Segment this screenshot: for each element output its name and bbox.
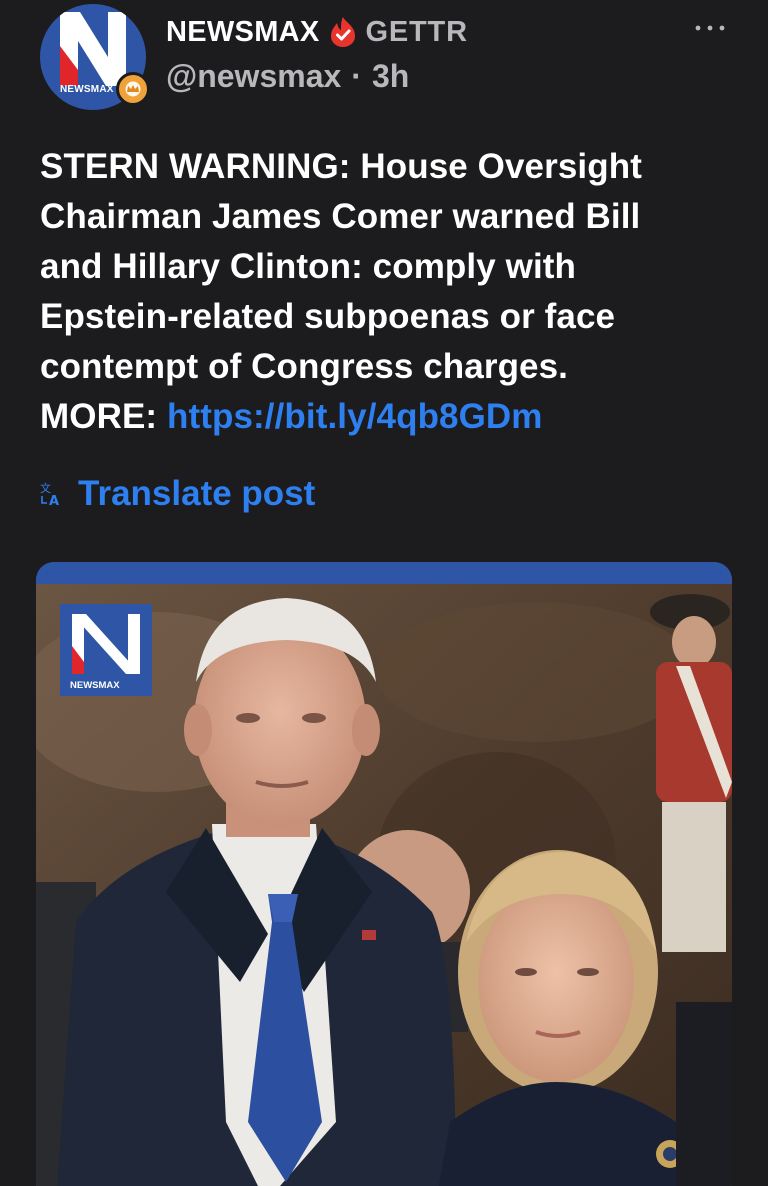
svg-text:A: A (49, 494, 59, 507)
author-name-row: NEWSMAX GETTR (166, 14, 468, 50)
platform-brand: GETTR (365, 15, 468, 48)
newsmax-logo-icon (60, 12, 126, 86)
more-label: MORE: (40, 397, 167, 436)
author-display-name[interactable]: NEWSMAX (166, 16, 320, 49)
more-dots-icon[interactable] (692, 18, 728, 38)
post-text-line: and Hillary Clinton: comply with (40, 247, 577, 286)
post-photo: NEWSMAX (36, 562, 732, 1186)
gettr-flame-icon (330, 17, 355, 47)
translate-post-button[interactable]: 文 A Translate post (40, 472, 315, 516)
post-text: STERN WARNING: House Oversight Chairman … (40, 142, 740, 442)
translate-label: Translate post (78, 474, 316, 513)
post-link[interactable]: https://bit.ly/4qb8GDm (167, 397, 543, 436)
post-text-line: contempt of Congress charges. (40, 347, 569, 386)
post-text-more-line: MORE: https://bit.ly/4qb8GDm (40, 392, 740, 442)
translate-icon: 文 A (40, 481, 59, 507)
svg-text:文: 文 (40, 481, 51, 495)
meta-separator: · (351, 58, 362, 94)
watermark-text: NEWSMAX (70, 680, 120, 691)
post-text-line: STERN WARNING: House Oversight (40, 147, 642, 186)
post-card: NEWSMAX NEWSMAX GETTR @newsmax · 3h STER… (0, 0, 768, 1186)
post-text-line: Chairman James Comer warned Bill (40, 197, 641, 236)
author-meta-row: @newsmax · 3h (166, 58, 409, 95)
avatar-logo-text: NEWSMAX (60, 84, 114, 95)
author-handle[interactable]: @newsmax (166, 58, 341, 95)
post-image[interactable]: NEWSMAX (36, 562, 732, 1186)
post-time: 3h (371, 58, 410, 94)
post-text-line: Epstein-related subpoenas or face (40, 297, 616, 336)
crown-badge-icon (116, 72, 150, 106)
